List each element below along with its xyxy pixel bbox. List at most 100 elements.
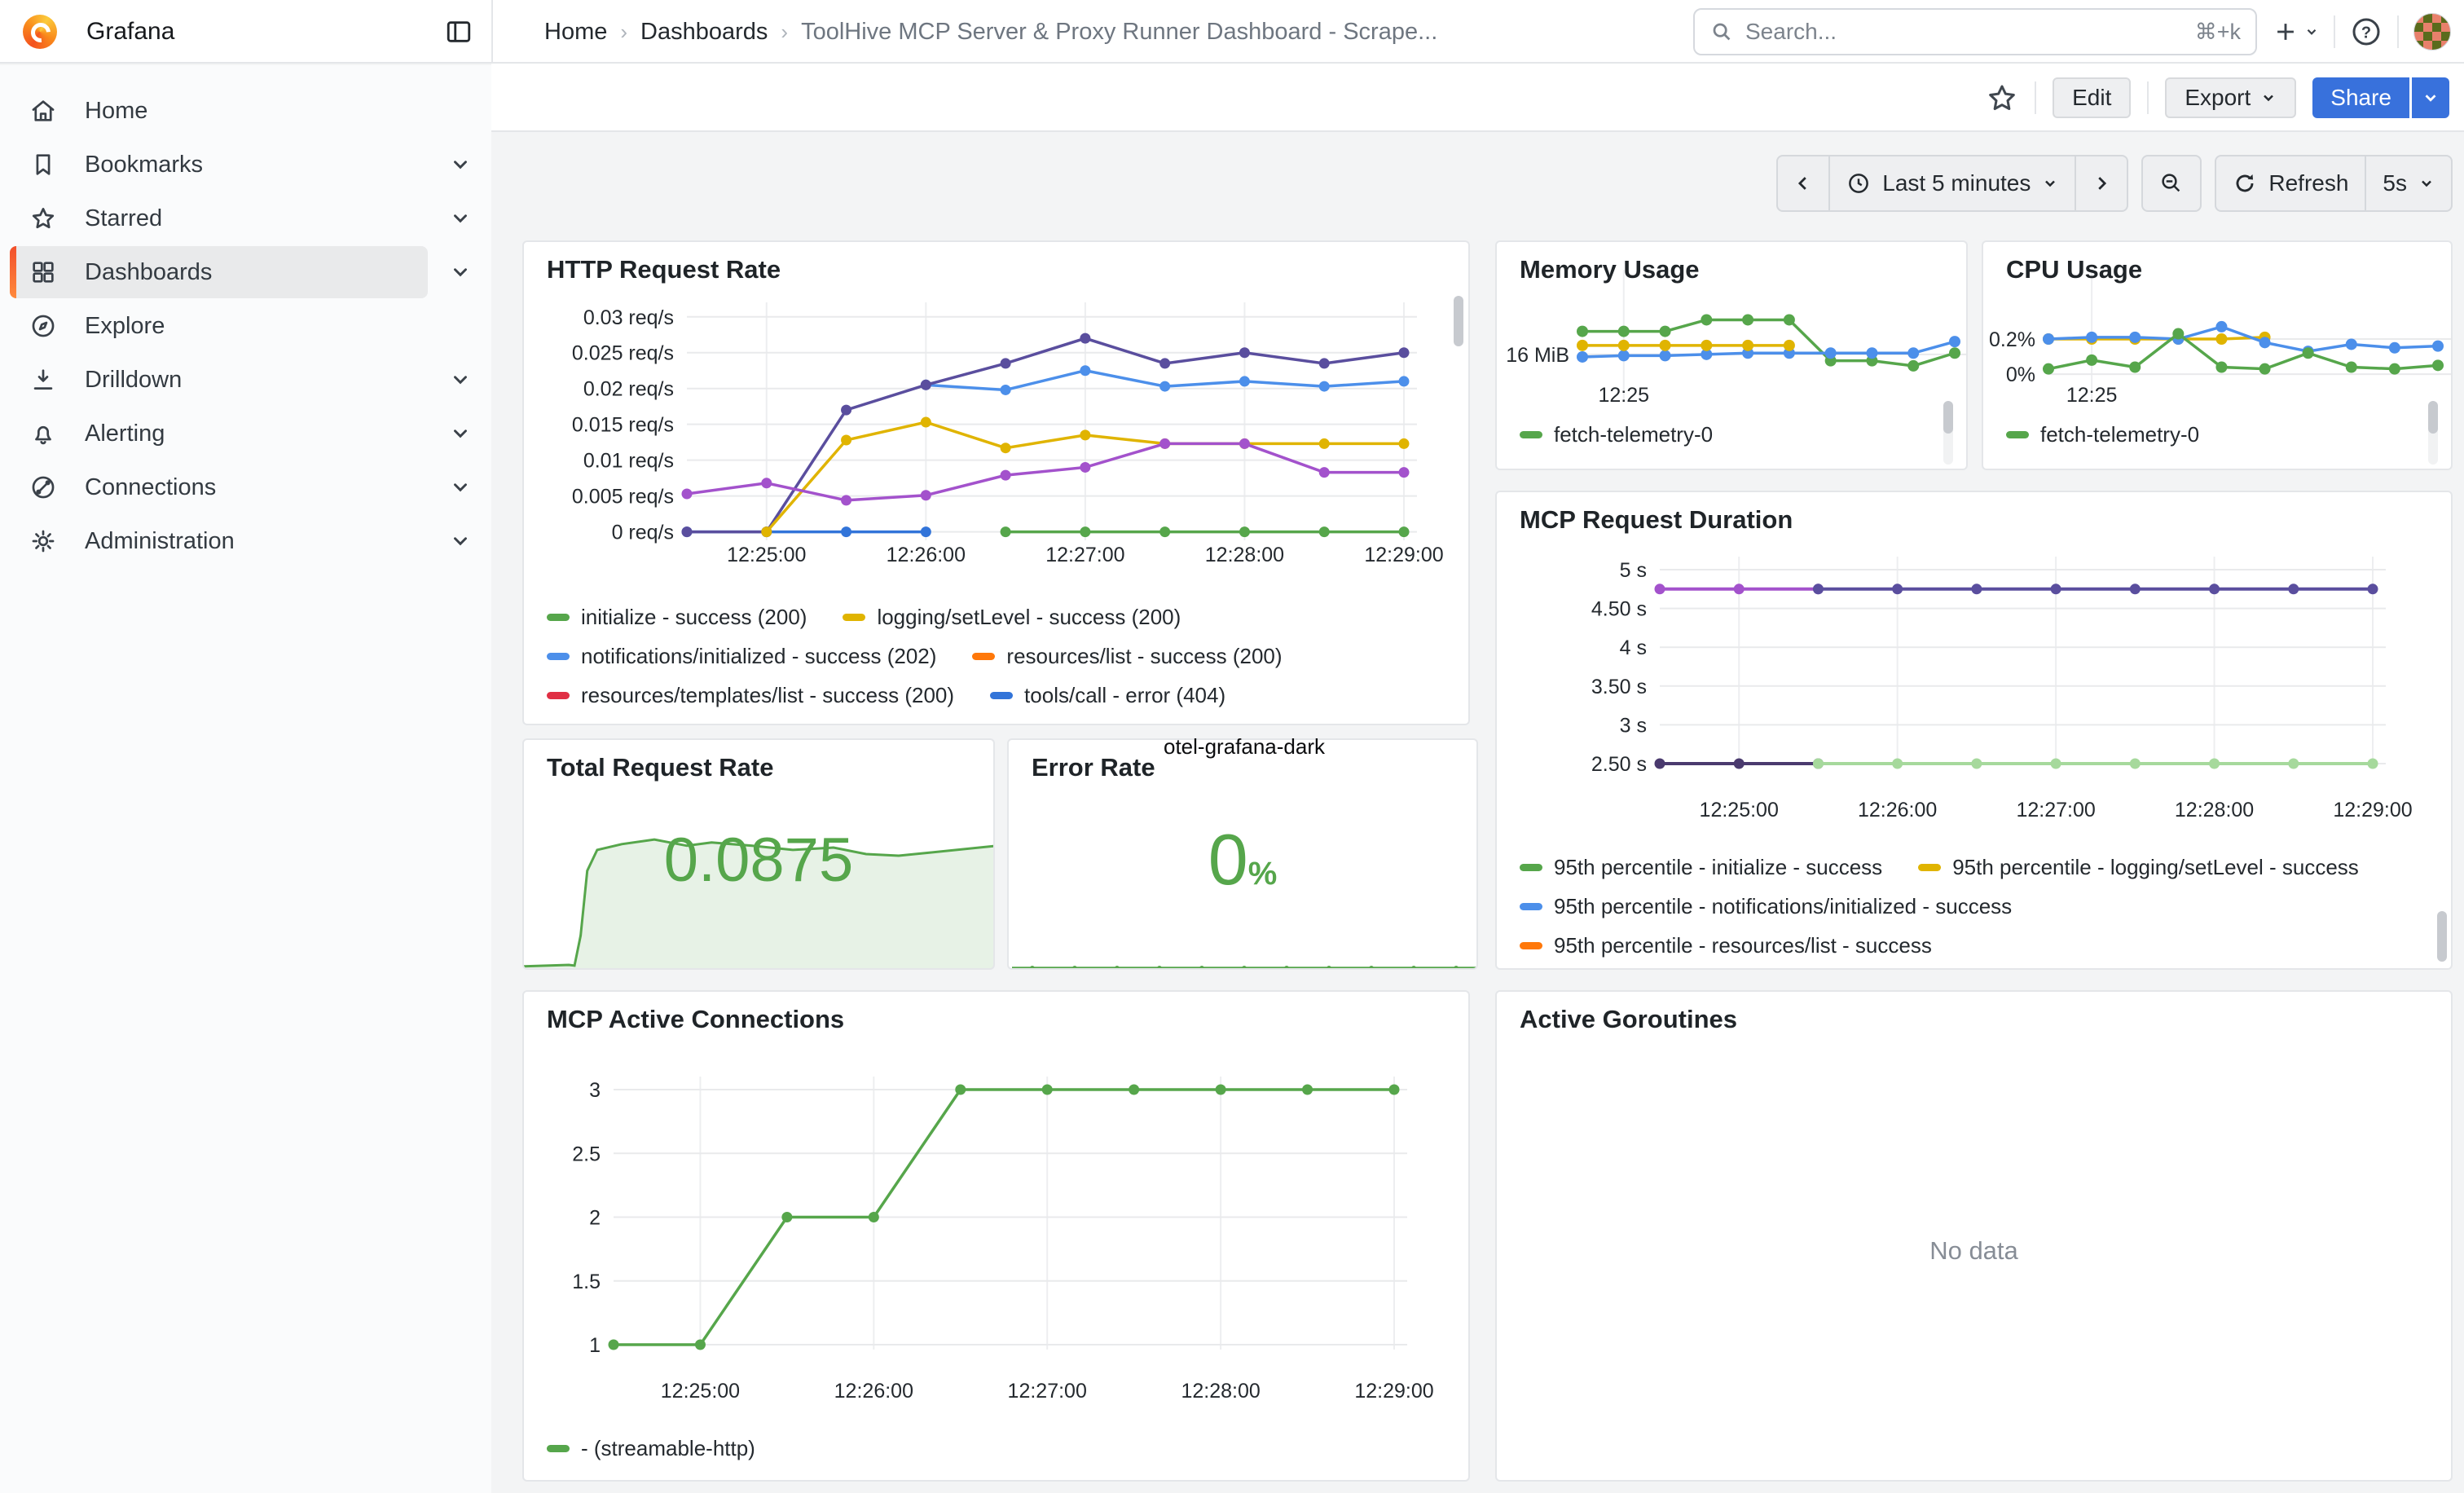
legend-item[interactable]: fetch-telemetry-0 [1520, 422, 1713, 447]
mcp-active-connections-chart[interactable]: 32.521.5112:25:0012:26:0012:27:0012:28:0… [524, 992, 1470, 1482]
legend-swatch-icon [972, 653, 995, 660]
svg-text:12:26:00: 12:26:00 [834, 1380, 913, 1403]
chevron-down-icon [450, 423, 471, 444]
legend-item[interactable]: tools/list - success (200) [850, 722, 1111, 726]
svg-text:0.02 req/s: 0.02 req/s [583, 378, 674, 401]
scrollbar-thumb[interactable] [1454, 296, 1463, 346]
sidebar-item-explore[interactable]: Explore [0, 300, 491, 352]
panel-title[interactable]: CPU Usage [2006, 255, 2142, 284]
panel-title[interactable]: Memory Usage [1520, 255, 1700, 284]
star-dashboard-button[interactable] [1986, 81, 2018, 114]
refresh-interval-picker[interactable]: 5s [2366, 155, 2453, 212]
panel-title[interactable]: Total Request Rate [547, 753, 773, 782]
breadcrumb-item: ToolHive MCP Server & Proxy Runner Dashb… [801, 19, 1437, 46]
sidebar-toggle-icon[interactable] [445, 18, 473, 50]
legend-item[interactable]: 95th percentile - logging/setLevel - suc… [1918, 855, 2359, 880]
legend-label: fetch-telemetry-0 [2040, 422, 2199, 447]
sidebar-item-administration[interactable]: Administration [0, 515, 491, 567]
sidebar-item-label: Connections [85, 474, 216, 501]
search-shortcut: ⌘+k [2195, 20, 2241, 45]
time-range-picker[interactable]: Last 5 minutes [1830, 155, 2076, 212]
svg-text:3.50 s: 3.50 s [1591, 676, 1647, 698]
legend-item[interactable]: fetch-telemetry-0 [2006, 422, 2199, 447]
chevron-down-icon [450, 262, 471, 283]
legend-item[interactable]: unknown - success (200) [1147, 722, 1417, 726]
panel-title[interactable]: Active Goroutines [1520, 1005, 1737, 1034]
svg-text:0.025 req/s: 0.025 req/s [572, 342, 674, 365]
panel-title[interactable]: HTTP Request Rate [547, 255, 781, 284]
legend-item[interactable]: logging/setLevel - success (200) [843, 605, 1181, 630]
panel-title[interactable]: Error Rate [1032, 753, 1155, 782]
refresh-button[interactable]: Refresh [2215, 155, 2366, 212]
legend-swatch-icon [2006, 431, 2029, 438]
export-button[interactable]: Export [2165, 77, 2296, 118]
chevron-down-icon [450, 154, 471, 175]
scrollbar-thumb[interactable] [1943, 401, 1953, 434]
svg-text:0 req/s: 0 req/s [612, 522, 674, 544]
connections-icon [29, 473, 57, 501]
help-button[interactable]: ? [2350, 15, 2383, 48]
chart-legend: initialize - success (200) logging/setLev… [547, 597, 1439, 725]
legend-label: 95th percentile - resources/list - succe… [1554, 933, 1932, 958]
sidebar-item-label: Dashboards [85, 259, 212, 286]
legend-item[interactable]: tools/call - error (404) [990, 683, 1225, 708]
search-box[interactable]: ⌘+k [1693, 8, 2257, 55]
search-input[interactable] [1745, 19, 2184, 45]
legend-label: resources/templates/list - success (200) [581, 683, 954, 708]
svg-text:12:25:00: 12:25:00 [1700, 799, 1779, 821]
legend-item[interactable]: 95th percentile - notifications/initiali… [1520, 894, 2012, 919]
panel-title[interactable]: MCP Active Connections [547, 1005, 844, 1034]
grafana-logo[interactable] [23, 15, 57, 49]
no-data-message: No data [1497, 1236, 2451, 1266]
search-icon [1709, 20, 1734, 44]
breadcrumb-item[interactable]: Dashboards [640, 19, 768, 46]
sidebar-item-dashboards[interactable]: Dashboards [10, 246, 428, 298]
divider [491, 0, 493, 64]
sidebar-item-connections[interactable]: Connections [0, 461, 491, 513]
sidebar-item-bookmarks[interactable]: Bookmarks [0, 139, 491, 191]
sidebar-item-starred[interactable]: Starred [0, 192, 491, 244]
svg-text:2.5: 2.5 [572, 1143, 601, 1165]
add-button[interactable] [2272, 18, 2319, 46]
panel-mcp-active-connections: MCP Active Connections 32.521.5112:25:00… [522, 990, 1470, 1482]
breadcrumb-separator: › [781, 20, 788, 45]
svg-text:0.005 req/s: 0.005 req/s [572, 486, 674, 509]
breadcrumb-item[interactable]: Home [544, 19, 607, 46]
scrollbar-thumb[interactable] [2428, 401, 2438, 434]
legend-item[interactable]: resources/list - success (200) [972, 644, 1282, 669]
sidebar-item-home[interactable]: Home [0, 85, 491, 137]
sidebar-item-drilldown[interactable]: Drilldown [0, 354, 491, 406]
edit-button[interactable]: Edit [2053, 77, 2131, 118]
legend-item[interactable]: 95th percentile - resources/list - succe… [1520, 933, 1932, 958]
legend-item[interactable]: notifications/initialized - success (202… [547, 644, 936, 669]
chevron-down-icon [2042, 175, 2058, 192]
time-back-button[interactable] [1776, 155, 1830, 212]
legend-item[interactable]: - (streamable-http) [547, 1436, 755, 1461]
user-avatar[interactable] [2413, 13, 2451, 51]
time-controls: Last 5 minutes Refresh 5s [1776, 155, 2453, 212]
legend-item[interactable]: initialize - success (200) [547, 605, 807, 630]
svg-text:2.50 s: 2.50 s [1591, 753, 1647, 776]
legend-swatch-icon [1520, 942, 1542, 949]
share-button[interactable]: Share [2312, 77, 2409, 118]
scrollbar-thumb[interactable] [2437, 911, 2447, 962]
gear-icon [29, 527, 57, 555]
time-forward-button[interactable] [2076, 155, 2128, 212]
chevron-right-icon [2092, 174, 2110, 192]
legend-item[interactable]: tools/call - success (200) [547, 722, 814, 726]
svg-text:12:29:00: 12:29:00 [1364, 544, 1443, 566]
legend-item[interactable]: resources/templates/list - success (200) [547, 683, 954, 708]
legend-label: unknown - success (200) [1181, 722, 1417, 726]
chevron-down-icon [2422, 89, 2440, 107]
sidebar-item-alerting[interactable]: Alerting [0, 407, 491, 460]
legend-label: tools/call - success (200) [581, 722, 814, 726]
share-dropdown-button[interactable] [2412, 77, 2449, 118]
legend-swatch-icon [547, 653, 570, 660]
panel-title[interactable]: MCP Request Duration [1520, 505, 1793, 535]
legend-swatch-icon [547, 614, 570, 621]
legend-label: resources/list - success (200) [1006, 644, 1282, 669]
chevron-down-icon [2260, 90, 2277, 106]
zoom-out-button[interactable] [2141, 155, 2202, 212]
legend-item[interactable]: 95th percentile - initialize - success [1520, 855, 1882, 880]
svg-text:12:29:00: 12:29:00 [2333, 799, 2412, 821]
